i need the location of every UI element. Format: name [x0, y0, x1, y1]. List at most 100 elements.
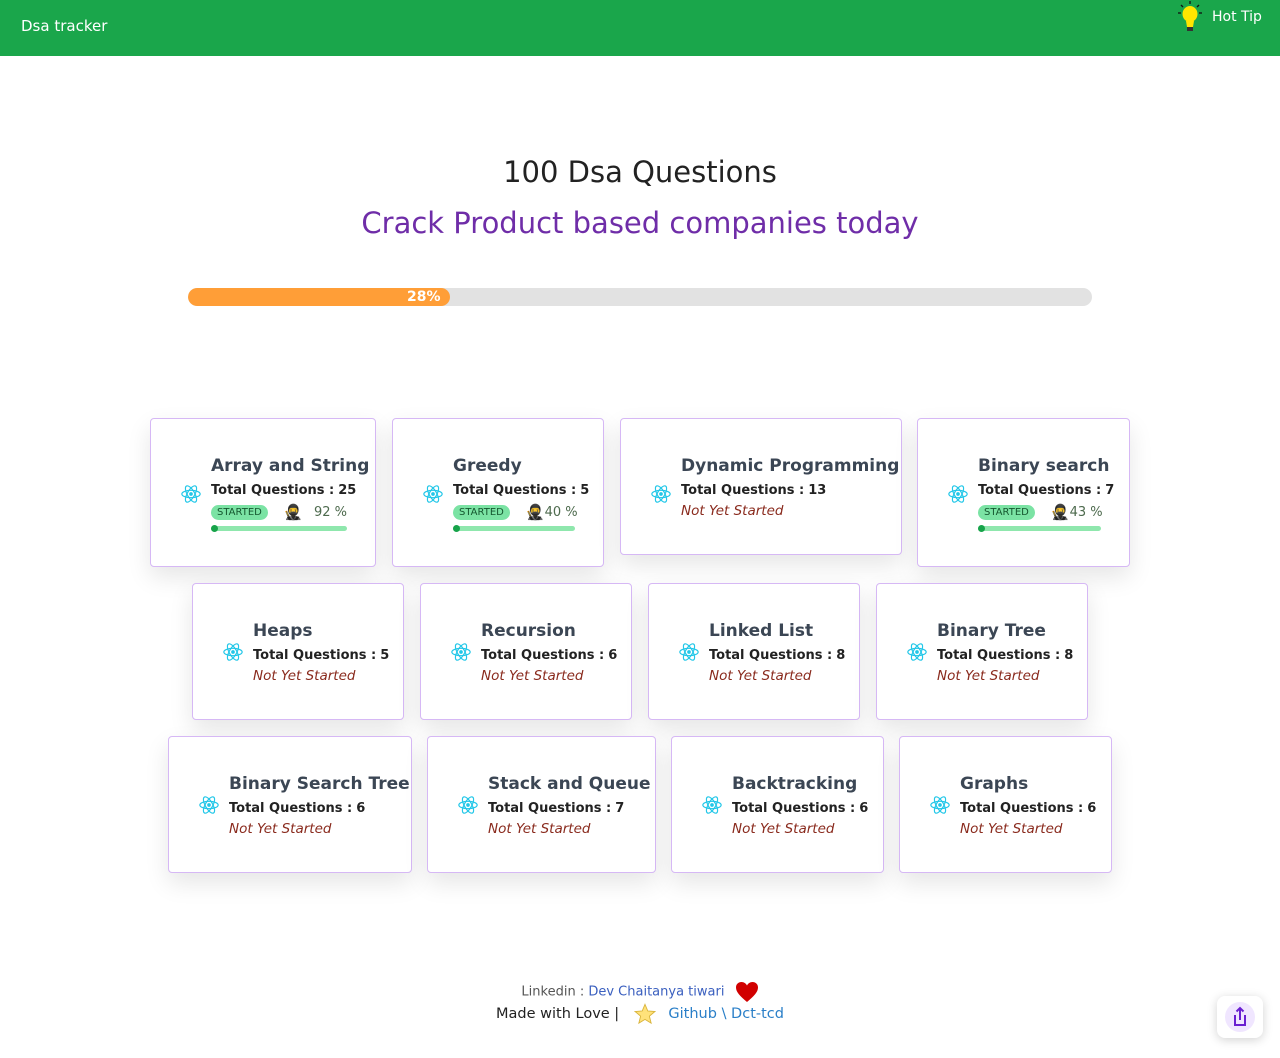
- topic-name: Binary search: [978, 456, 1110, 476]
- hot-tip-button[interactable]: Hot Tip: [1176, 0, 1262, 34]
- total-questions-count: 7: [615, 801, 625, 816]
- ninja-emoji-icon: 🥷: [1050, 504, 1070, 521]
- total-questions-count: 6: [1087, 801, 1097, 816]
- react-atom-icon: [457, 794, 479, 816]
- topic-status: Not Yet Started: [488, 821, 591, 837]
- lightbulb-icon: [1178, 1, 1202, 31]
- status-badge: STARTED: [978, 504, 1035, 520]
- topic-name: Graphs: [960, 774, 1029, 794]
- star-icon: [633, 1003, 656, 1025]
- brand-link[interactable]: Dsa tracker: [21, 17, 107, 35]
- react-atom-icon: [947, 483, 969, 505]
- page-subtitle: Crack Product based companies today: [361, 206, 919, 240]
- footer-made-with: Made with Love | Github \ Dct-tcd: [0, 1003, 1280, 1025]
- topic-name: Recursion: [481, 621, 576, 641]
- react-atom-icon: [222, 641, 244, 663]
- topic-progress-bar: [211, 525, 347, 532]
- total-questions-label: Total Questions :: [211, 483, 335, 498]
- topic-card[interactable]: Array and String Total Questions :25 START…: [150, 418, 376, 567]
- topic-card[interactable]: Graphs Total Questions :6 Not Yet Started: [899, 736, 1112, 873]
- react-atom-icon: [650, 483, 672, 505]
- total-questions-count: 25: [338, 483, 357, 498]
- topic-progress-marker: [978, 525, 985, 532]
- topic-card[interactable]: Binary search Total Questions :7 STARTED 🥷 4…: [917, 418, 1130, 567]
- react-atom-icon: [678, 641, 700, 663]
- topic-name: Linked List: [709, 621, 814, 641]
- total-questions-label: Total Questions :: [681, 483, 805, 498]
- topic-progress-row: STARTED 🥷 92 %: [211, 503, 347, 521]
- topic-status: Not Yet Started: [709, 668, 812, 684]
- total-questions-count: 7: [1105, 483, 1115, 498]
- topic-card[interactable]: Heaps Total Questions :5 Not Yet Started: [192, 583, 404, 720]
- react-atom-icon: [198, 794, 220, 816]
- topic-status: Not Yet Started: [481, 668, 584, 684]
- topic-card[interactable]: Binary Search Tree Total Questions :6 Not …: [168, 736, 412, 873]
- topic-status: Not Yet Started: [732, 821, 835, 837]
- topic-card[interactable]: Backtracking Total Questions :6 Not Yet St…: [671, 736, 884, 873]
- made-with-text: Made with Love |: [496, 1006, 620, 1022]
- total-questions-label: Total Questions :: [937, 648, 1061, 663]
- total-questions-label: Total Questions :: [488, 801, 612, 816]
- total-questions-count: 13: [808, 483, 827, 498]
- topic-name: Greedy: [453, 456, 522, 476]
- total-questions-label: Total Questions :: [978, 483, 1102, 498]
- topic-total-questions: Total Questions :6: [481, 648, 617, 663]
- page-title: 100 Dsa Questions: [503, 155, 777, 189]
- total-questions-count: 6: [356, 801, 366, 816]
- react-atom-icon: [180, 483, 202, 505]
- topic-card[interactable]: Linked List Total Questions :8 Not Yet Sta…: [648, 583, 860, 720]
- topic-name: Binary Tree: [937, 621, 1046, 641]
- react-atom-icon: [450, 641, 472, 663]
- topic-total-questions: Total Questions :6: [960, 801, 1096, 816]
- topic-name: Heaps: [253, 621, 313, 641]
- topic-total-questions: Total Questions :7: [488, 801, 627, 816]
- overall-progress-label: 28%: [407, 289, 441, 305]
- topic-card[interactable]: Greedy Total Questions :5 STARTED 🥷 40 %: [392, 418, 604, 567]
- share-button[interactable]: [1217, 996, 1263, 1038]
- topic-total-questions: Total Questions :7: [978, 483, 1114, 498]
- total-questions-label: Total Questions :: [709, 648, 833, 663]
- linkedin-link[interactable]: Dev Chaitanya tiwari: [588, 985, 724, 1000]
- share-icon: [1225, 1002, 1255, 1032]
- topic-total-questions: Total Questions :6: [732, 801, 868, 816]
- topic-name: Stack and Queue: [488, 774, 651, 794]
- topic-card[interactable]: Stack and Queue Total Questions :7 Not Yet…: [427, 736, 656, 873]
- topic-card[interactable]: Dynamic Programming Total Questions :13 No…: [620, 418, 902, 555]
- topic-total-questions: Total Questions :6: [229, 801, 383, 816]
- topic-card[interactable]: Binary Tree Total Questions :8 Not Yet Sta…: [876, 583, 1088, 720]
- navbar: Dsa tracker Hot Tip: [0, 0, 1280, 56]
- total-questions-label: Total Questions :: [960, 801, 1084, 816]
- topic-total-questions: Total Questions :8: [937, 648, 1073, 663]
- topic-progress-bar: [978, 525, 1101, 532]
- topic-percent: 40 %: [544, 504, 578, 520]
- react-atom-icon: [929, 794, 951, 816]
- react-atom-icon: [906, 641, 928, 663]
- topic-status: Not Yet Started: [681, 503, 784, 519]
- topic-percent: 92 %: [313, 504, 347, 520]
- topic-progress-marker: [453, 525, 460, 532]
- total-questions-label: Total Questions :: [481, 648, 605, 663]
- topic-name: Binary Search Tree: [229, 774, 410, 794]
- total-questions-count: 5: [580, 483, 590, 498]
- github-link[interactable]: Github \ Dct-tcd: [668, 1006, 784, 1022]
- ninja-emoji-icon: 🥷: [283, 504, 303, 521]
- total-questions-label: Total Questions :: [253, 648, 377, 663]
- topic-name: Dynamic Programming: [681, 456, 900, 476]
- topic-total-questions: Total Questions :8: [709, 648, 845, 663]
- topic-status: Not Yet Started: [229, 821, 332, 837]
- linkedin-label: Linkedin :: [521, 984, 585, 1000]
- topic-status: Not Yet Started: [937, 668, 1040, 684]
- heart-icon: [735, 982, 758, 1002]
- topic-total-questions: Total Questions :13: [681, 483, 873, 498]
- status-badge: STARTED: [453, 504, 510, 520]
- react-atom-icon: [701, 794, 723, 816]
- topic-status: Not Yet Started: [253, 668, 356, 684]
- status-badge: STARTED: [211, 504, 268, 520]
- footer-linkedin: Linkedin : Dev Chaitanya tiwari: [0, 981, 1280, 1003]
- topic-total-questions: Total Questions :25: [211, 483, 356, 498]
- topic-card[interactable]: Recursion Total Questions :6 Not Yet Start…: [420, 583, 632, 720]
- topic-percent: 43 %: [1069, 504, 1103, 520]
- react-atom-icon: [422, 483, 444, 505]
- topic-status: Not Yet Started: [960, 821, 1063, 837]
- total-questions-count: 6: [859, 801, 869, 816]
